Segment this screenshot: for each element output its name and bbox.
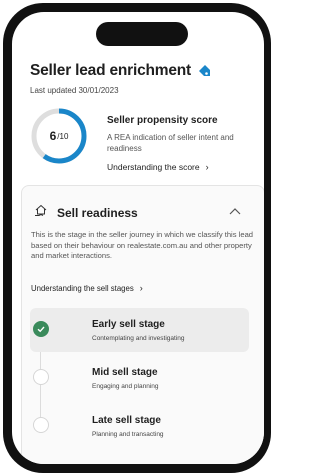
stage-circle-icon [33, 417, 49, 433]
stage-mid[interactable]: Mid sell stage Engaging and planning [30, 356, 249, 400]
score-value: 6/10 [29, 106, 89, 166]
sell-readiness-card: Sell readiness This is the stage in the … [21, 185, 264, 464]
tag-icon [197, 64, 211, 83]
score-out-of: /10 [57, 131, 69, 141]
page-title: Seller lead enrichment [30, 62, 211, 83]
stage-early[interactable]: Early sell stage Contemplating and inves… [30, 308, 249, 352]
stage-sub: Contemplating and investigating [92, 335, 185, 342]
screen: Seller lead enrichment Last updated 30/0… [12, 12, 264, 464]
house-hand-icon [34, 203, 48, 222]
camera-notch [96, 22, 188, 46]
score-description: A REA indication of seller intent and re… [107, 133, 234, 153]
stage-name: Mid sell stage [92, 367, 158, 378]
check-icon [33, 321, 49, 337]
sell-readiness-description: This is the stage in the seller journey … [31, 230, 254, 260]
understanding-stages-label: Understanding the sell stages [31, 284, 134, 293]
score-title: Seller propensity score [107, 115, 218, 126]
stage-circle-icon [33, 369, 49, 385]
sell-readiness-header: Sell readiness [34, 203, 138, 222]
page-title-text: Seller lead enrichment [30, 62, 191, 79]
chevron-right-icon: › [205, 162, 209, 172]
chevron-up-icon[interactable] [227, 203, 243, 219]
sell-readiness-title: Sell readiness [57, 205, 138, 220]
stage-sub: Planning and transacting [92, 431, 164, 438]
stage-sub: Engaging and planning [92, 383, 159, 390]
stage-late[interactable]: Late sell stage Planning and transacting [30, 404, 249, 448]
phone-frame: Seller lead enrichment Last updated 30/0… [3, 3, 271, 473]
chevron-right-icon: › [139, 283, 143, 293]
understanding-score-link[interactable]: Understanding the score › [107, 162, 209, 172]
understanding-stages-link[interactable]: Understanding the sell stages › [31, 283, 143, 293]
last-updated: Last updated 30/01/2023 [30, 86, 119, 95]
understanding-score-label: Understanding the score [107, 162, 200, 172]
stage-name: Early sell stage [92, 319, 165, 330]
stage-name: Late sell stage [92, 415, 161, 426]
score-number: 6 [49, 129, 57, 143]
